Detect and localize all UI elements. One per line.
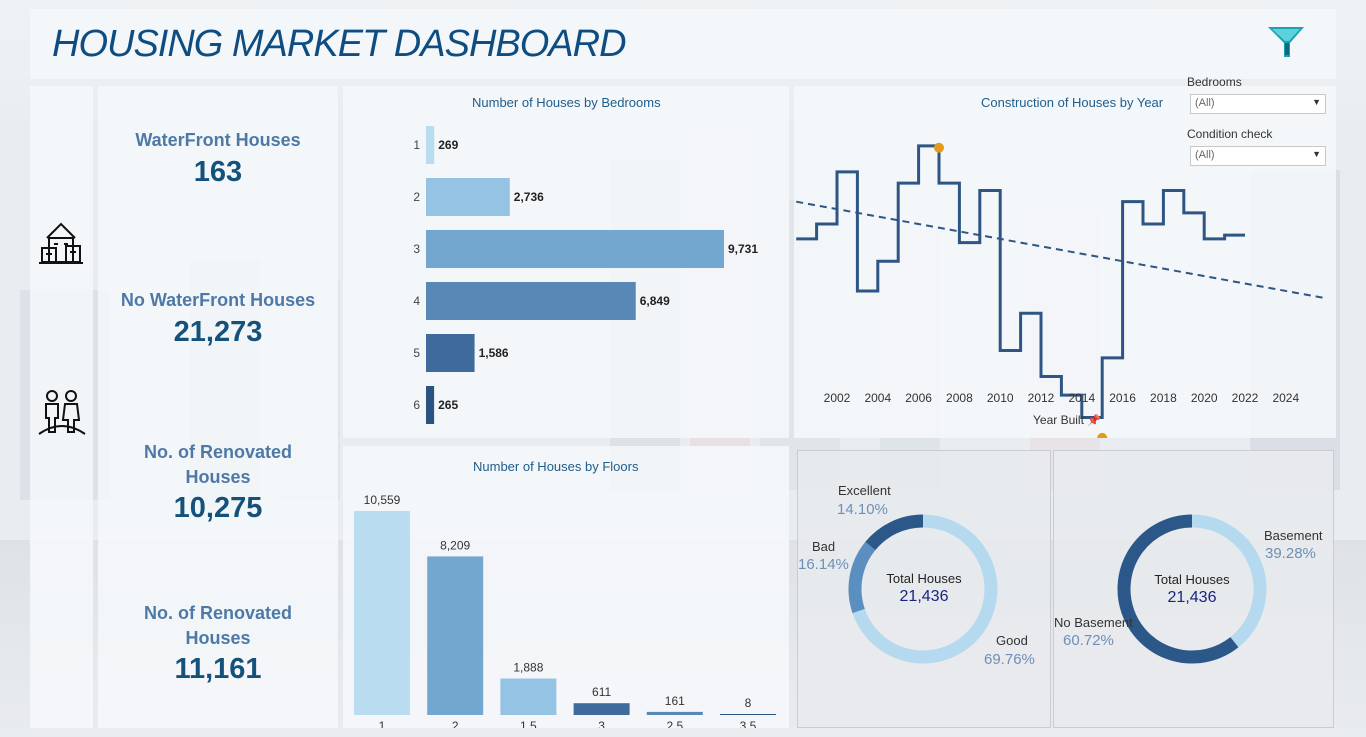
floor-value-label: 10,559: [364, 493, 401, 507]
bedroom-tick-label: 3: [413, 242, 420, 256]
condition-donut-panel: Excellent 14.10% Bad 16.14% Good 69.76% …: [797, 450, 1051, 728]
kpi-waterfront-label: WaterFront Houses: [135, 130, 301, 150]
basement-center-label: Total Houses: [1154, 572, 1230, 587]
floor-value-label: 611: [592, 685, 611, 699]
year-tick-label: 2020: [1191, 391, 1218, 405]
bedroom-value-label: 9,731: [728, 242, 758, 256]
condition-filter-label: Condition check: [1187, 127, 1273, 141]
floor-tick-label: 1: [379, 719, 386, 728]
bedroom-tick-label: 1: [413, 138, 420, 152]
basement-center-value: 21,436: [1167, 589, 1217, 606]
pin-icon[interactable]: 📌: [1087, 415, 1101, 427]
kpi-renovated-value: 10,275: [173, 492, 263, 524]
floor-bar: [720, 714, 776, 715]
year-tick-label: 2004: [864, 391, 891, 405]
dashboard-header: HOUSING MARKET DASHBOARD: [30, 9, 1336, 79]
kpi-panel: WaterFront Houses 163 No WaterFront Hous…: [98, 86, 338, 728]
bedrooms-filter-value: (All): [1195, 97, 1215, 109]
page-title: HOUSING MARKET DASHBOARD: [52, 23, 627, 65]
floor-value-label: 161: [665, 694, 685, 708]
condition-filter-value: (All): [1195, 149, 1215, 161]
floors-chart-panel: Number of Houses by Floors 10,559 1 8,209 2…: [343, 446, 789, 728]
basement-donut-panel: Basement 39.28% No Basement 60.72% Total…: [1053, 450, 1334, 728]
year-tick-label: 2006: [905, 391, 932, 405]
kpi-renovated-label-2: No. of Renovated Houses: [143, 603, 292, 648]
floor-tick-label: 2: [452, 719, 459, 728]
no-basement-label: No Basement: [1054, 615, 1133, 630]
good-pct: 69.76%: [984, 651, 1035, 668]
floor-bar: [427, 556, 484, 715]
kpi-no-waterfront-value: 21,273: [173, 316, 263, 348]
year-tick-label: 2018: [1150, 391, 1177, 405]
year-axis-title: Year Built: [1033, 413, 1084, 427]
bedroom-bar: [426, 386, 435, 424]
kpi-no-waterfront-label: No WaterFront Houses: [120, 290, 316, 310]
floor-tick-label: 3: [598, 719, 605, 728]
year-tick-label: 2014: [1068, 391, 1095, 405]
year-series-line: [796, 144, 1245, 419]
kpi-renovated-label: No. of Renovated Houses: [143, 442, 292, 487]
bedrooms-filter-select[interactable]: (All) ▼: [1190, 94, 1326, 114]
bedroom-value-label: 6,849: [640, 294, 670, 308]
floor-bar: [573, 703, 630, 715]
bedroom-value-label: 2,736: [514, 190, 544, 204]
bedrooms-chart: 1 269 2 2,736 3 9,731 4 6,849 5 1,586 6 265: [413, 126, 758, 424]
floor-tick-label: 3.5: [740, 719, 757, 728]
floor-tick-label: 2.5: [666, 719, 683, 728]
floor-value-label: 1,888: [513, 661, 543, 675]
kpi-renovated-value-2: 11,161: [174, 653, 262, 685]
floor-tick-label: 1.5: [520, 719, 537, 728]
bedroom-tick-label: 6: [413, 398, 420, 412]
excellent-label: Excellent: [838, 483, 891, 498]
basement-pct: 39.28%: [1265, 545, 1316, 562]
bedroom-tick-label: 5: [413, 346, 420, 360]
floor-bar: [500, 678, 557, 715]
floor-bar: [354, 511, 410, 715]
year-tick-label: 2016: [1109, 391, 1136, 405]
year-tick-label: 2008: [946, 391, 973, 405]
bedrooms-chart-panel: Number of Houses by Bedrooms 1 269 2 2,736 3…: [343, 86, 789, 438]
year-tick-label: 2024: [1272, 391, 1299, 405]
bedroom-bar: [426, 334, 475, 372]
bedroom-tick-label: 2: [413, 190, 420, 204]
bad-label: Bad: [812, 539, 836, 554]
kpi-waterfront-value: 163: [193, 156, 243, 188]
highlight-point: [1097, 432, 1108, 438]
floor-value-label: 8,209: [440, 538, 470, 552]
floor-bar: [646, 711, 703, 715]
year-tick-label: 2012: [1028, 391, 1055, 405]
condition-center-label: Total Houses: [886, 571, 962, 586]
sidebar: [30, 86, 93, 728]
couple-icon: [38, 390, 86, 435]
condition-center-value: 21,436: [899, 588, 949, 605]
bedroom-value-label: 1,586: [479, 346, 509, 360]
bedroom-bar: [426, 230, 724, 268]
year-axis-label: Year Built 📌: [1033, 413, 1101, 427]
donut-slice: [865, 514, 924, 551]
bedroom-value-label: 269: [438, 138, 458, 152]
floors-chart: 10,559 1 8,209 2 1,888 1.5 611 3 161 2.5 8 3.5: [354, 493, 776, 728]
bedroom-bar: [426, 178, 510, 216]
bedroom-bar: [426, 126, 435, 164]
floor-value-label: 8: [745, 696, 752, 710]
no-basement-pct: 60.72%: [1063, 632, 1114, 649]
buildings-icon: [39, 222, 83, 264]
year-tick-label: 2002: [824, 391, 851, 405]
basement-label: Basement: [1264, 528, 1323, 543]
highlight-point: [934, 142, 944, 153]
bedroom-bar: [426, 282, 636, 320]
bedrooms-filter-label: Bedrooms: [1187, 75, 1242, 89]
condition-filter-select[interactable]: (All) ▼: [1190, 146, 1326, 166]
year-tick-label: 2010: [987, 391, 1014, 405]
good-label: Good: [996, 633, 1028, 648]
bedroom-value-label: 265: [438, 398, 458, 412]
bad-pct: 16.14%: [798, 556, 849, 573]
chevron-down-icon[interactable]: ▼: [1312, 97, 1321, 107]
chevron-down-icon[interactable]: ▼: [1312, 149, 1321, 159]
excellent-pct: 14.10%: [837, 501, 888, 518]
filter-icon[interactable]: [1266, 21, 1308, 63]
trend-line: [796, 200, 1327, 300]
bedroom-tick-label: 4: [413, 294, 420, 308]
year-tick-label: 2022: [1232, 391, 1259, 405]
